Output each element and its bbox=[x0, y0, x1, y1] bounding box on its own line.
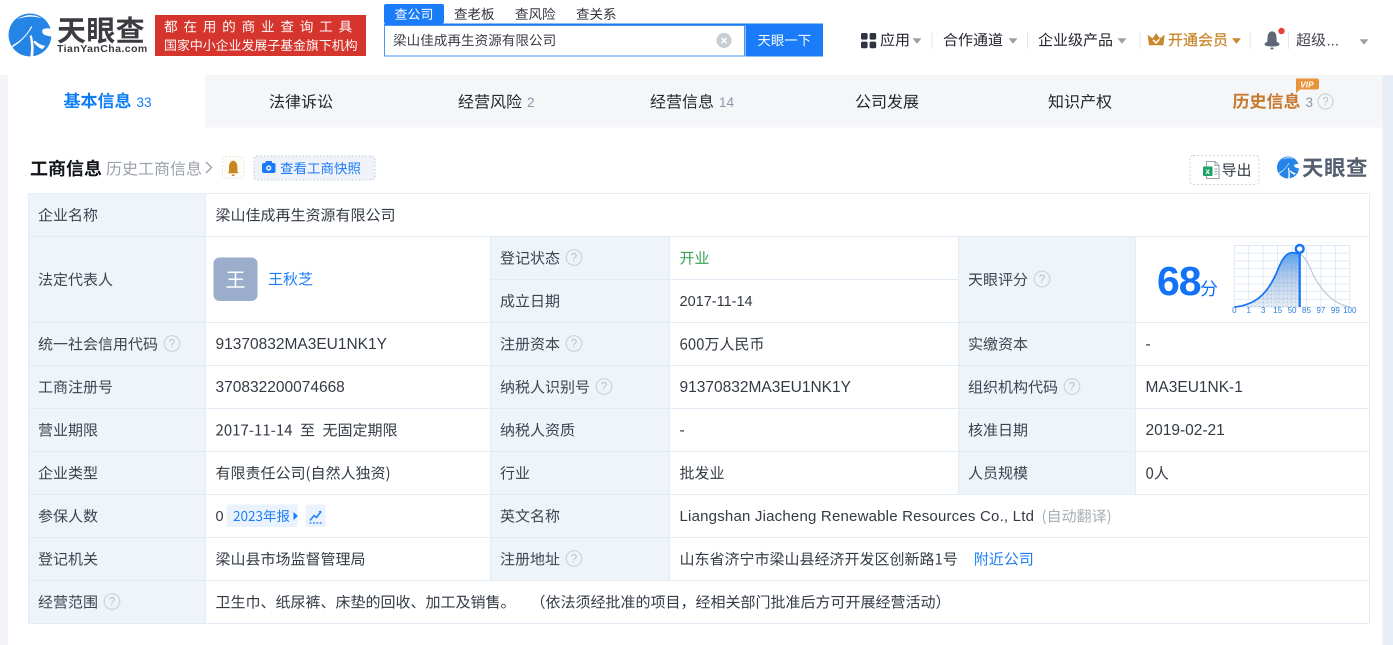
svg-text:91370832MA3EU1NK1Y: 91370832MA3EU1NK1Y bbox=[216, 336, 387, 353]
svg-text:?: ? bbox=[1039, 274, 1045, 286]
svg-text:?: ? bbox=[571, 338, 577, 350]
svg-text:?: ? bbox=[601, 381, 607, 393]
svg-text:0: 0 bbox=[1232, 306, 1237, 315]
svg-text:2: 2 bbox=[527, 95, 535, 110]
svg-text:?: ? bbox=[571, 553, 577, 565]
svg-text:?: ? bbox=[109, 596, 115, 608]
svg-text:3: 3 bbox=[1306, 95, 1314, 110]
svg-text:91370832MA3EU1NK1Y: 91370832MA3EU1NK1Y bbox=[680, 379, 851, 396]
svg-text:TianYanCha.com: TianYanCha.com bbox=[57, 43, 148, 55]
svg-text:100: 100 bbox=[1343, 306, 1357, 315]
svg-text:VIP: VIP bbox=[1300, 80, 1314, 89]
svg-text:15: 15 bbox=[1273, 306, 1282, 315]
svg-text:...: ... bbox=[1327, 32, 1340, 49]
svg-text:?: ? bbox=[571, 252, 577, 264]
svg-text:2017-11-14: 2017-11-14 bbox=[680, 294, 753, 310]
svg-text:x: x bbox=[1205, 167, 1210, 176]
svg-text:2019-02-21: 2019-02-21 bbox=[1146, 422, 1225, 439]
svg-text:?: ? bbox=[1322, 96, 1328, 108]
svg-text:-: - bbox=[1146, 336, 1151, 353]
svg-text:MA3EU1NK-1: MA3EU1NK-1 bbox=[1146, 379, 1243, 396]
svg-text:?: ? bbox=[169, 338, 175, 350]
svg-text:97: 97 bbox=[1316, 306, 1325, 315]
svg-text:0: 0 bbox=[216, 509, 224, 525]
svg-text:370832200074668: 370832200074668 bbox=[216, 379, 345, 396]
svg-text:14: 14 bbox=[719, 95, 735, 110]
svg-text:3: 3 bbox=[1261, 306, 1266, 315]
svg-text:99: 99 bbox=[1331, 306, 1340, 315]
svg-text:85: 85 bbox=[1302, 306, 1311, 315]
svg-text:1: 1 bbox=[1247, 306, 1252, 315]
svg-text:-: - bbox=[680, 422, 685, 439]
svg-text:50: 50 bbox=[1288, 306, 1297, 315]
svg-text:68: 68 bbox=[1157, 258, 1201, 304]
svg-text:?: ? bbox=[1069, 381, 1075, 393]
svg-text:Liangshan Jiacheng Renewable R: Liangshan Jiacheng Renewable Resources C… bbox=[680, 508, 1035, 525]
svg-text:33: 33 bbox=[137, 95, 152, 110]
